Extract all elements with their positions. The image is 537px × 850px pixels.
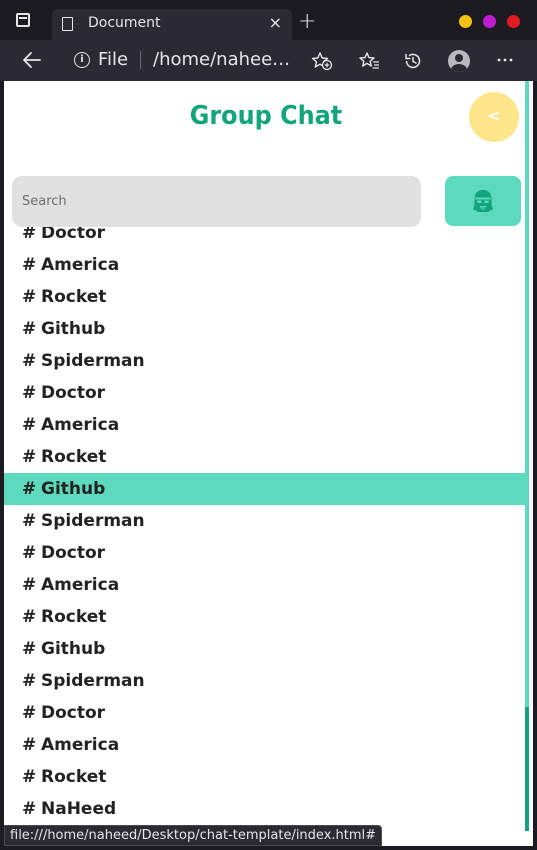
channel-label: Spiderman bbox=[41, 511, 145, 531]
hash-icon: # bbox=[22, 543, 37, 563]
channel-label: America bbox=[41, 415, 120, 435]
tab-title: Document bbox=[88, 15, 161, 31]
channel-item[interactable]: # Spiderman bbox=[4, 345, 525, 377]
hash-icon: # bbox=[22, 703, 37, 723]
tab-overview-icon[interactable] bbox=[16, 13, 30, 27]
channel-item[interactable]: # America bbox=[4, 729, 525, 761]
channel-label: Github bbox=[41, 479, 106, 499]
stormtrooper-helmet-icon bbox=[473, 190, 493, 212]
window-close-dot[interactable] bbox=[507, 15, 520, 28]
back-arrow-icon[interactable] bbox=[22, 51, 42, 69]
channel-label: Doctor bbox=[41, 383, 106, 403]
channel-label: Rocket bbox=[41, 287, 107, 307]
profile-icon[interactable] bbox=[448, 50, 470, 72]
channel-item[interactable]: # NaHeed bbox=[4, 793, 525, 825]
channel-item[interactable]: # Rocket bbox=[4, 601, 525, 633]
tab-document[interactable]: Document × bbox=[52, 9, 292, 40]
channel-item[interactable]: # Doctor bbox=[4, 227, 525, 249]
hash-icon: # bbox=[22, 671, 37, 691]
channel-label: Spiderman bbox=[41, 351, 145, 371]
channel-label: America bbox=[41, 735, 120, 755]
channel-label: America bbox=[41, 255, 120, 275]
hash-icon: # bbox=[22, 255, 37, 275]
channel-item[interactable]: # America bbox=[4, 569, 525, 601]
favorites-icon[interactable] bbox=[359, 51, 381, 71]
channel-item[interactable]: # Rocket bbox=[4, 441, 525, 473]
channel-label: Github bbox=[41, 639, 106, 659]
hash-icon: # bbox=[22, 447, 37, 467]
channel-label: Rocket bbox=[41, 447, 107, 467]
hash-icon: # bbox=[22, 639, 37, 659]
channel-item[interactable]: # America bbox=[4, 409, 525, 441]
channel-list: # Doctor # America # Rocket # Github # Spiderman #… bbox=[4, 227, 525, 846]
navigation-bar: i File /home/naheed/Desktop/chat-templat… bbox=[0, 40, 537, 81]
hash-icon: # bbox=[22, 479, 37, 499]
url-separator bbox=[140, 51, 141, 69]
hash-icon: # bbox=[22, 511, 37, 531]
hash-icon: # bbox=[22, 319, 37, 339]
channel-item[interactable]: # Doctor bbox=[4, 697, 525, 729]
channel-item[interactable]: # America bbox=[4, 249, 525, 281]
page-viewport: Group Chat < #Doctor#America#Rocket#Gith… bbox=[4, 81, 533, 846]
channel-label: America bbox=[41, 575, 120, 595]
channel-item[interactable]: # Spiderman bbox=[4, 665, 525, 697]
scrollbar-thumb[interactable] bbox=[525, 707, 529, 831]
channel-label: Doctor bbox=[41, 543, 106, 563]
channel-item[interactable]: # Spiderman bbox=[4, 505, 525, 537]
tab-bar: Document × + bbox=[0, 0, 537, 40]
channel-item[interactable]: # Doctor bbox=[4, 537, 525, 569]
channel-label: Github bbox=[41, 319, 106, 339]
channel-label: Rocket bbox=[41, 607, 107, 627]
url-scheme: File bbox=[98, 49, 129, 70]
hash-icon: # bbox=[22, 607, 37, 627]
document-icon bbox=[62, 17, 73, 31]
search-input[interactable] bbox=[12, 176, 421, 227]
link-status-bar: file:///home/naheed/Desktop/chat-templat… bbox=[4, 825, 383, 846]
info-icon[interactable]: i bbox=[74, 52, 90, 68]
channel-label: Rocket bbox=[41, 767, 107, 787]
back-button[interactable]: < bbox=[469, 92, 519, 142]
hash-icon: # bbox=[22, 575, 37, 595]
hash-icon: # bbox=[22, 287, 37, 307]
channel-label: Doctor bbox=[41, 227, 106, 243]
hash-icon: # bbox=[22, 351, 37, 371]
page-title: Group Chat bbox=[189, 101, 343, 131]
channel-label: Doctor bbox=[41, 703, 106, 723]
hash-icon: # bbox=[22, 735, 37, 755]
hash-icon: # bbox=[22, 383, 37, 403]
history-icon[interactable] bbox=[403, 51, 423, 71]
hash-icon: # bbox=[22, 799, 37, 819]
new-tab-icon[interactable]: + bbox=[298, 11, 316, 33]
hash-icon: # bbox=[22, 767, 37, 787]
hash-icon: # bbox=[22, 227, 37, 243]
channel-label: Spiderman bbox=[41, 671, 145, 691]
channel-item[interactable]: # Rocket bbox=[4, 281, 525, 313]
channel-item[interactable]: # Doctor bbox=[4, 377, 525, 409]
hash-icon: # bbox=[22, 415, 37, 435]
stormtrooper-button[interactable] bbox=[445, 176, 521, 226]
channel-item[interactable]: # Github bbox=[4, 313, 525, 345]
tab-close-icon[interactable]: × bbox=[269, 13, 282, 32]
window-maximize-dot[interactable] bbox=[483, 15, 496, 28]
address-bar-url[interactable]: /home/naheed/Desktop/chat-template/index… bbox=[153, 49, 293, 70]
more-icon[interactable] bbox=[497, 57, 513, 63]
channel-label: NaHeed bbox=[41, 799, 117, 819]
channel-item[interactable]: # Rocket bbox=[4, 761, 525, 793]
window-minimize-dot[interactable] bbox=[459, 15, 472, 28]
add-favorite-icon[interactable] bbox=[311, 51, 333, 71]
channel-item[interactable]: # Github bbox=[4, 473, 525, 505]
channel-item[interactable]: # Github bbox=[4, 633, 525, 665]
